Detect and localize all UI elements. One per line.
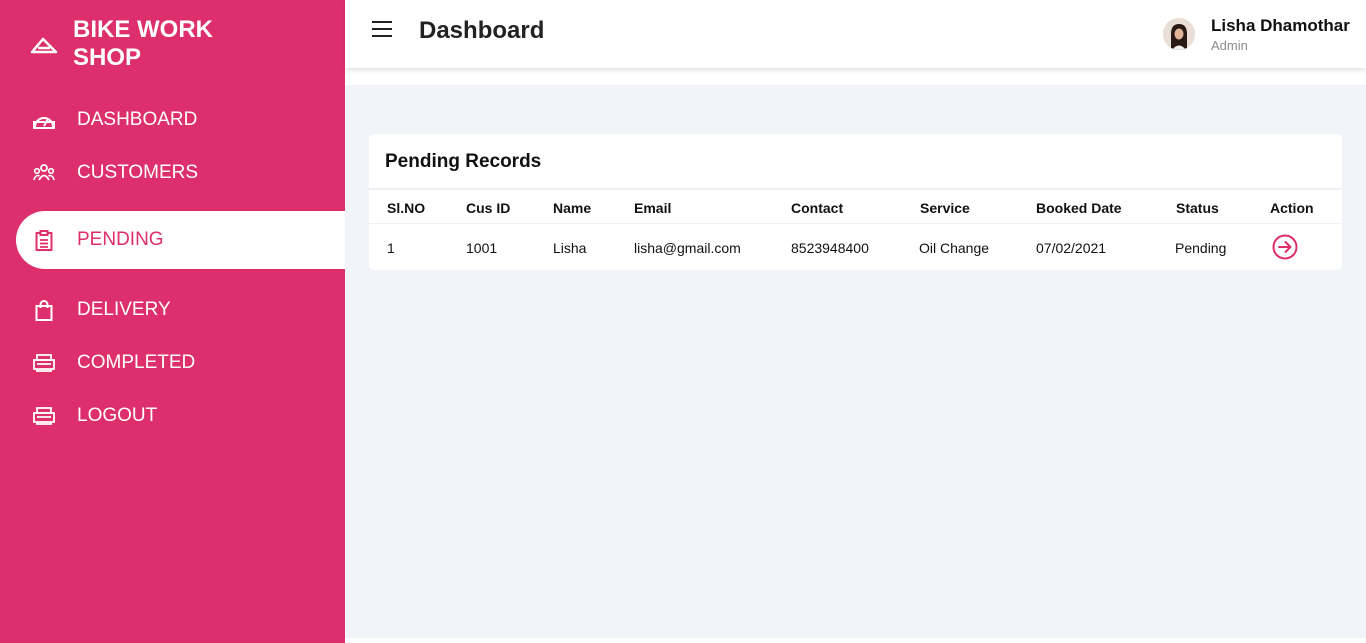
cell-booked-date: 07/02/2021 (1036, 240, 1107, 256)
sidebar: BIKE WORK SHOP DASHBOARD CUSTOMERS PENDI… (0, 0, 345, 643)
clipboard-icon (33, 229, 55, 251)
cell-status: Pending (1175, 240, 1227, 256)
user-role: Admin (1211, 38, 1248, 53)
shopping-bag-icon (33, 299, 55, 321)
cell-email: lisha@gmail.com (634, 240, 741, 256)
sidebar-item-label: COMPLETED (77, 352, 196, 373)
column-header-name: Name (553, 200, 592, 216)
column-header-service: Service (920, 200, 970, 216)
brand[interactable]: BIKE WORK SHOP (30, 16, 233, 72)
sidebar-item-completed[interactable]: COMPLETED (0, 334, 345, 392)
card-title: Pending Records (385, 151, 542, 172)
divider (369, 223, 1342, 224)
printer-icon (33, 352, 55, 374)
page-title: Dashboard (419, 17, 545, 44)
cell-cus-id: 1001 (466, 240, 498, 256)
column-header-slno: Sl.NO (387, 200, 426, 216)
content-area: Pending Records Sl.NO Cus ID Name Email … (345, 85, 1366, 638)
pending-records-card: Pending Records Sl.NO Cus ID Name Email … (369, 134, 1342, 270)
avatar[interactable] (1163, 18, 1195, 50)
arrow-circle-right-icon[interactable] (1272, 234, 1298, 260)
column-header-cus-id: Cus ID (466, 200, 511, 216)
sidebar-item-label: DASHBOARD (77, 109, 198, 130)
brand-name: BIKE WORK SHOP (73, 16, 213, 71)
column-header-status: Status (1176, 200, 1219, 216)
printer-icon (33, 405, 55, 427)
main-content: Pending Records Sl.NO Cus ID Name Email … (345, 68, 1366, 643)
dashboard-icon (33, 109, 55, 131)
sidebar-item-logout[interactable]: LOGOUT (0, 387, 345, 445)
cell-service: Oil Change (919, 240, 990, 256)
sidebar-item-label: PENDING (77, 229, 164, 250)
sidebar-item-pending[interactable]: PENDING (16, 211, 345, 269)
sidebar-item-dashboard[interactable]: DASHBOARD (0, 91, 345, 149)
cell-slno: 1 (387, 240, 395, 256)
sidebar-item-customers[interactable]: CUSTOMERS (0, 144, 345, 202)
divider (369, 188, 1342, 190)
sidebar-item-label: DELIVERY (77, 299, 171, 320)
sidebar-item-label: LOGOUT (77, 405, 158, 426)
sidebar-item-delivery[interactable]: DELIVERY (0, 281, 345, 339)
column-header-email: Email (634, 200, 672, 216)
column-header-action: Action (1270, 200, 1314, 216)
cell-contact: 8523948400 (791, 240, 869, 256)
sidebar-item-label: CUSTOMERS (77, 162, 199, 183)
user-name: Lisha Dhamothar (1211, 16, 1350, 35)
column-header-contact: Contact (791, 200, 844, 216)
top-bar: Dashboard Lisha Dhamothar Admin (345, 0, 1366, 68)
cell-name: Lisha (553, 240, 587, 256)
road-icon (30, 37, 58, 54)
hamburger-icon[interactable] (372, 21, 394, 39)
column-header-booked-date: Booked Date (1036, 200, 1122, 216)
users-icon (33, 162, 55, 184)
